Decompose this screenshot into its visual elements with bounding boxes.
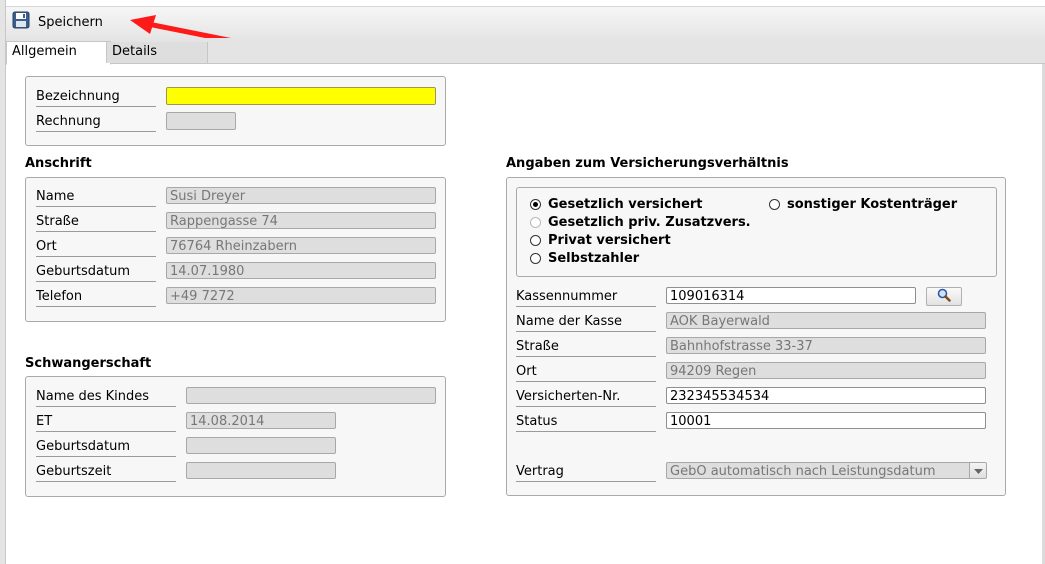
radio-gesetzlich-label: Gesetzlich versichert [548,197,703,212]
radio-gesetzlich[interactable]: Gesetzlich versichert [530,197,703,212]
vertrag-select[interactable]: GebO automatisch nach Leistungsdatum [666,462,987,479]
kasse-name-field[interactable]: AOK Bayerwald [666,312,986,329]
kind-geburtsdatum-field[interactable] [186,437,336,454]
radio-privat-label: Privat versichert [548,233,671,248]
versicherten-nr-label: Versicherten-Nr. [516,389,656,407]
radio-selbstzahler-label: Selbstzahler [548,251,640,266]
kassennummer-input[interactable]: 109016314 [666,287,916,304]
tab-bar: Allgemein Details [6,38,1045,65]
save-button-label: Speichern [38,14,103,30]
radio-icon [530,235,541,246]
geburtsdatum-label: Geburtsdatum [36,264,156,282]
kasse-search-button[interactable] [926,287,962,306]
kassennummer-label: Kassennummer [516,289,656,307]
radio-icon [769,199,780,210]
status-input[interactable]: 10001 [666,412,986,429]
et-label: ET [36,414,176,432]
strasse-label: Straße [36,214,156,232]
tab-details[interactable]: Details [106,42,208,63]
kind-geburtsdatum-label: Geburtsdatum [36,439,176,457]
ort-field[interactable]: 76764 Rheinzabern [166,237,436,254]
geburtsdatum-field[interactable]: 14.07.1980 [166,262,436,279]
name-field[interactable]: Susi Dreyer [166,187,436,204]
radio-sonstiger[interactable]: sonstiger Kostenträger [769,197,957,212]
schwangerschaft-title: Schwangerschaft [25,356,152,371]
rechnung-label: Rechnung [36,114,156,132]
left-frame-edge [0,0,6,564]
radio-gesetzlich-zusatz-label: Gesetzlich priv. Zusatzvers. [548,215,751,230]
kasse-name-label: Name der Kasse [516,314,656,332]
kasse-strasse-field[interactable]: Bahnhofstrasse 33-37 [666,337,986,354]
radio-checked-icon [530,199,541,210]
strasse-field[interactable]: Rappengasse 74 [166,212,436,229]
save-button[interactable]: Speichern [12,11,103,33]
telefon-field[interactable]: +49 7272 [166,287,436,304]
magnifier-icon [937,288,951,306]
kasse-strasse-label: Straße [516,339,656,357]
radio-sonstiger-label: sonstiger Kostenträger [787,197,958,212]
tab-allgemein[interactable]: Allgemein [6,41,111,65]
versicherung-title: Angaben zum Versicherungsverhältnis [506,156,789,171]
rechnung-field[interactable] [166,112,236,130]
kind-name-field[interactable] [186,387,436,404]
geburtszeit-label: Geburtszeit [36,464,176,482]
vertrag-label: Vertrag [516,464,656,482]
radio-gesetzlich-zusatz[interactable]: Gesetzlich priv. Zusatzvers. [530,215,751,230]
et-field[interactable]: 14.08.2014 [186,412,336,429]
bezeichnung-input[interactable] [166,87,436,105]
chevron-down-icon[interactable] [969,463,986,478]
kind-name-label: Name des Kindes [36,389,176,407]
vertrag-select-value: GebO automatisch nach Leistungsdatum [670,464,936,479]
floppy-disk-icon [12,11,30,33]
radio-disabled-icon [530,217,541,228]
anschrift-title: Anschrift [25,156,92,171]
radio-privat[interactable]: Privat versichert [530,233,671,248]
ort-label: Ort [36,239,156,257]
radio-icon [530,253,541,264]
name-label: Name [36,189,156,207]
bezeichnung-label: Bezeichnung [36,89,156,107]
kasse-ort-field[interactable]: 94209 Regen [666,362,986,379]
geburtszeit-field[interactable] [186,462,336,479]
kasse-ort-label: Ort [516,364,656,382]
radio-selbstzahler[interactable]: Selbstzahler [530,251,639,266]
status-label: Status [516,414,656,432]
telefon-label: Telefon [36,289,156,307]
versicherten-nr-input[interactable]: 232345534534 [666,387,986,404]
